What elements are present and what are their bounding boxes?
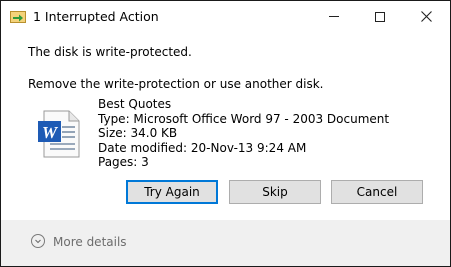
try-again-button[interactable]: Try Again bbox=[126, 180, 218, 204]
chevron-down-icon bbox=[35, 239, 41, 244]
word-document-icon: W bbox=[38, 110, 80, 158]
file-pages: Pages: 3 bbox=[98, 155, 149, 170]
maximize-button[interactable] bbox=[357, 1, 403, 32]
skip-button[interactable]: Skip bbox=[229, 180, 321, 204]
interrupted-action-dialog: 1 Interrupted Action The disk is write-p… bbox=[0, 0, 451, 267]
dialog-footer: More details bbox=[1, 220, 450, 266]
close-button[interactable] bbox=[403, 1, 449, 32]
more-details-link[interactable]: More details bbox=[53, 235, 127, 249]
file-name: Best Quotes bbox=[98, 97, 172, 111]
file-details: Best Quotes Type: Microsoft Office Word … bbox=[98, 97, 389, 170]
minimize-icon bbox=[329, 16, 339, 17]
maximize-icon bbox=[375, 11, 385, 22]
svg-text:W: W bbox=[42, 123, 59, 142]
window-title: 1 Interrupted Action bbox=[33, 9, 159, 24]
expand-details-toggle[interactable] bbox=[31, 234, 45, 248]
close-icon bbox=[420, 11, 432, 22]
minimize-button[interactable] bbox=[311, 1, 357, 32]
cancel-button[interactable]: Cancel bbox=[331, 180, 423, 204]
title-bar[interactable]: 1 Interrupted Action bbox=[1, 1, 450, 32]
error-message: The disk is write-protected. bbox=[28, 45, 192, 59]
instruction-message: Remove the write-protection or use anoth… bbox=[28, 77, 324, 91]
file-date-modified: Date modified: 20-Nov-13 9:24 AM bbox=[98, 140, 307, 155]
file-size: Size: 34.0 KB bbox=[98, 126, 178, 141]
file-transfer-icon bbox=[10, 11, 26, 23]
file-type: Type: Microsoft Office Word 97 - 2003 Do… bbox=[98, 111, 390, 126]
